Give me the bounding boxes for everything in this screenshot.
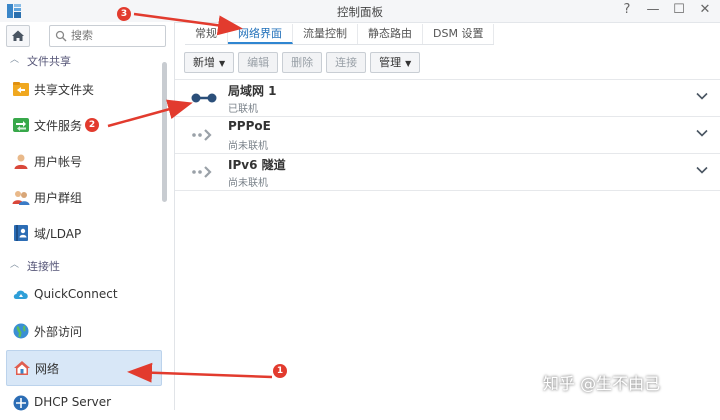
sidebar-item-group[interactable]: 用户群组: [6, 180, 160, 214]
sidebar-item-quickconnect[interactable]: QuickConnect: [6, 278, 160, 312]
sidebar-item-label: DHCP Server: [34, 395, 112, 409]
interface-status: 已联机: [228, 104, 258, 115]
shared-folder-icon: [13, 82, 29, 96]
sidebar-scrollbar[interactable]: [162, 62, 167, 202]
sidebar-item-dhcp-server[interactable]: DHCP Server: [6, 386, 160, 420]
new-button[interactable]: 新增 ▼: [184, 52, 235, 73]
lan-connected-icon: [191, 93, 217, 103]
file-services-icon: [13, 118, 29, 132]
user-icon: [14, 154, 28, 169]
sidebar-item-label: 共享文件夹: [34, 83, 95, 97]
main-panel: 常规 网络界面 流量控制 静态路由 DSM 设置 新增 ▼ 编辑 删除 连接 管理…: [175, 22, 720, 410]
sidebar-item-user[interactable]: 用户帐号: [6, 144, 160, 178]
minimize-button[interactable]: —: [646, 2, 660, 17]
annotation-marker-2: 2: [85, 118, 99, 132]
caret-down-icon: ▼: [405, 59, 412, 68]
sidebar-item-network[interactable]: 网络: [6, 350, 162, 386]
search-icon: [55, 30, 67, 42]
chevron-up-icon: ︿: [10, 55, 20, 65]
dhcp-icon: [13, 395, 29, 411]
sidebar-item-label: QuickConnect: [34, 287, 118, 301]
search-input[interactable]: [71, 27, 159, 43]
sidebar-item-file-services[interactable]: 文件服务: [6, 108, 160, 142]
directory-icon: [14, 225, 28, 241]
tab-general[interactable]: 常规: [185, 24, 228, 44]
sidebar-item-label: 用户群组: [34, 191, 83, 205]
group-file-sharing[interactable]: ︿ 文件共享: [0, 50, 162, 70]
quickconnect-icon: [13, 290, 28, 299]
sidebar-item-label: 域/LDAP: [34, 227, 82, 241]
sidebar-item-label: 网络: [35, 362, 60, 376]
interface-status: 尚未联机: [228, 178, 268, 189]
close-button[interactable]: ✕: [698, 2, 712, 17]
title-bar: 控制面板 ? — ☐ ✕: [0, 0, 720, 23]
tab-static-route[interactable]: 静态路由: [358, 24, 423, 44]
home-button[interactable]: [6, 25, 30, 47]
interface-row-pppoe[interactable]: PPPoE 尚未联机: [175, 116, 720, 153]
maximize-button[interactable]: ☐: [672, 2, 686, 17]
interface-name: PPPoE: [228, 119, 271, 133]
manage-button[interactable]: 管理 ▼: [370, 52, 421, 73]
home-icon: [12, 30, 24, 41]
toolbar: 新增 ▼ 编辑 删除 连接 管理 ▼: [184, 52, 421, 73]
connect-button[interactable]: 连接: [326, 52, 367, 73]
chevron-down-icon[interactable]: [696, 127, 708, 139]
interface-status: 尚未联机: [228, 141, 268, 152]
group-icon: [12, 191, 30, 205]
tab-traffic-control[interactable]: 流量控制: [293, 24, 358, 44]
interface-name: 局域网 1: [228, 84, 277, 98]
globe-icon: [13, 323, 29, 339]
annotation-marker-1: 1: [273, 364, 287, 378]
sidebar: ︿ 文件共享 共享文件夹 文件服务 用户帐号 用户群组: [0, 22, 175, 411]
sidebar-item-label: 外部访问: [34, 325, 83, 339]
group-connectivity[interactable]: ︿ 连接性: [0, 255, 162, 275]
delete-button[interactable]: 删除: [282, 52, 323, 73]
caret-down-icon: ▼: [219, 59, 226, 68]
sidebar-item-external-access[interactable]: 外部访问: [6, 314, 160, 348]
interface-row-lan1[interactable]: 局域网 1 已联机: [175, 79, 720, 116]
sidebar-item-shared-folder[interactable]: 共享文件夹: [6, 72, 160, 106]
disconnected-arrow-icon: [192, 129, 212, 141]
interface-name: IPv6 隧道: [228, 158, 286, 172]
sidebar-item-label: 文件服务: [34, 119, 83, 133]
sidebar-item-label: 用户帐号: [34, 155, 83, 169]
window-title: 控制面板: [337, 5, 383, 19]
disconnected-arrow-icon: [192, 166, 212, 178]
sidebar-item-domain-ldap[interactable]: 域/LDAP: [6, 216, 160, 250]
tab-dsm-settings[interactable]: DSM 设置: [423, 24, 495, 44]
help-button[interactable]: ?: [620, 2, 634, 17]
network-home-icon: [14, 361, 30, 375]
chevron-up-icon: ︿: [10, 260, 20, 270]
annotation-marker-3: 3: [117, 7, 131, 21]
chevron-down-icon[interactable]: [696, 90, 708, 102]
tab-bar: 常规 网络界面 流量控制 静态路由 DSM 设置: [185, 24, 495, 45]
interface-row-ipv6-tunnel[interactable]: IPv6 隧道 尚未联机: [175, 153, 720, 191]
edit-button[interactable]: 编辑: [238, 52, 279, 73]
watermark: 知乎 @生不由己: [543, 374, 661, 393]
chevron-down-icon[interactable]: [696, 164, 708, 176]
search-box[interactable]: [49, 25, 166, 47]
tab-network-interface[interactable]: 网络界面: [228, 24, 293, 44]
